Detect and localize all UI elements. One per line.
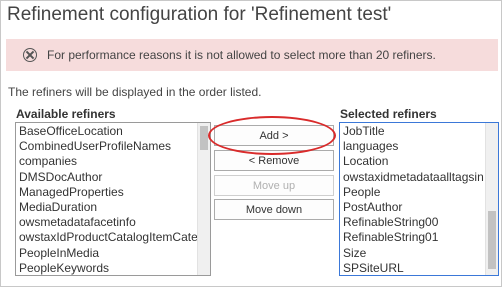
selected-refiner-item[interactable]: owstaxidmetadataalltagsin bbox=[340, 170, 485, 185]
error-message-bar: For performance reasons it is not allowe… bbox=[6, 39, 498, 71]
error-circle-x-icon bbox=[23, 48, 37, 62]
selected-refiner-item[interactable]: RefinableString01 bbox=[340, 230, 485, 245]
selected-refiner-item[interactable]: People bbox=[340, 185, 485, 200]
available-refiner-item[interactable]: CombinedUserProfileNames bbox=[16, 139, 197, 154]
available-list-scrollbar[interactable] bbox=[197, 123, 210, 275]
move-down-button[interactable]: Move down bbox=[214, 199, 334, 220]
selected-refiner-item[interactable]: languages bbox=[340, 139, 485, 154]
error-message-text: For performance reasons it is not allowe… bbox=[47, 48, 436, 62]
selected-refiners-list[interactable]: JobTitle languages Location owstaxidmetadat… bbox=[339, 122, 499, 276]
selected-refiners-items: JobTitle languages Location owstaxidmetadat… bbox=[340, 124, 485, 275]
available-refiners-heading: Available refiners bbox=[16, 107, 116, 121]
order-note: The refiners will be displayed in the or… bbox=[8, 85, 262, 99]
selected-refiner-item[interactable]: Location bbox=[340, 154, 485, 169]
dialog-frame: Refinement configuration for 'Refinement… bbox=[0, 0, 502, 287]
selected-refiner-item[interactable]: RefinableString00 bbox=[340, 215, 485, 230]
available-refiner-item[interactable]: BaseOfficeLocation bbox=[16, 124, 197, 139]
selected-list-scrollbar[interactable] bbox=[485, 123, 498, 275]
available-refiners-items: BaseOfficeLocation CombinedUserProfileNam… bbox=[16, 124, 197, 275]
remove-button[interactable]: < Remove bbox=[214, 150, 334, 171]
selected-scrollbar-thumb[interactable] bbox=[488, 211, 496, 269]
available-refiner-item[interactable]: companies bbox=[16, 154, 197, 169]
selected-refiner-item[interactable]: Size bbox=[340, 246, 485, 261]
selected-refiners-heading: Selected refiners bbox=[340, 107, 437, 121]
move-up-button[interactable]: Move up bbox=[214, 175, 334, 196]
available-refiner-item[interactable]: PeopleKeywords bbox=[16, 261, 197, 275]
available-refiner-item[interactable]: DMSDocAuthor bbox=[16, 170, 197, 185]
available-refiner-item[interactable]: MediaDuration bbox=[16, 200, 197, 215]
available-refiner-item[interactable]: ManagedProperties bbox=[16, 185, 197, 200]
available-refiner-item[interactable]: owsmetadatafacetinfo bbox=[16, 215, 197, 230]
available-refiner-item[interactable]: owstaxIdProductCatalogItemCatego bbox=[16, 230, 197, 245]
page-title: Refinement configuration for 'Refinement… bbox=[7, 4, 392, 25]
selected-refiner-item[interactable]: SPSiteURL bbox=[340, 261, 485, 275]
available-scrollbar-thumb[interactable] bbox=[200, 126, 208, 150]
available-refiner-item[interactable]: PeopleInMedia bbox=[16, 246, 197, 261]
add-button[interactable]: Add > bbox=[214, 125, 334, 146]
selected-refiner-item[interactable]: PostAuthor bbox=[340, 200, 485, 215]
available-refiners-list[interactable]: BaseOfficeLocation CombinedUserProfileNam… bbox=[15, 122, 211, 276]
selected-refiner-item[interactable]: JobTitle bbox=[340, 124, 485, 139]
